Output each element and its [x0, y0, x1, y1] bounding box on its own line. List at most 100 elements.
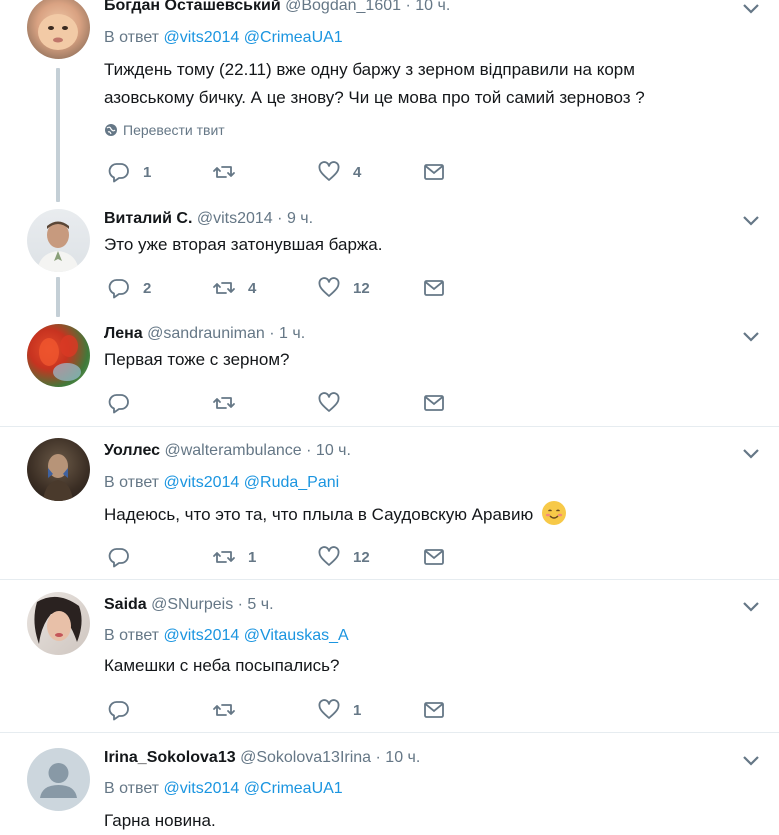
reply-prefix: В ответ — [104, 780, 160, 797]
direct-message-button[interactable] — [422, 160, 446, 184]
tweet-header: Уоллес @walterambulance · 10 ч. — [104, 441, 351, 461]
timestamp[interactable]: 5 ч. — [247, 596, 273, 613]
retweet-button[interactable]: 1 — [212, 545, 256, 569]
timestamp[interactable]: 9 ч. — [287, 210, 313, 227]
like-button[interactable]: 1 — [317, 698, 361, 722]
tweet[interactable]: Богдан Осташевський @Bogdan_1601 · 10 ч.… — [0, 0, 779, 202]
mention-link[interactable]: @vits2014 — [163, 627, 239, 644]
retweet-icon — [213, 282, 235, 294]
mention-link[interactable]: @Ruda_Pani — [244, 474, 339, 491]
separator-dot: · — [375, 749, 381, 766]
reply-icon — [108, 701, 129, 721]
tweet-text: Это уже вторая затонувшая баржа. — [104, 235, 383, 254]
tweet[interactable]: Лена @sandrauniman · 1 ч. Первая тоже с … — [0, 315, 779, 426]
timestamp[interactable]: 10 ч. — [415, 0, 450, 14]
reply-icon — [108, 548, 129, 568]
like-button[interactable]: 4 — [317, 160, 361, 184]
mention-link[interactable]: @CrimeaUA1 — [244, 780, 343, 797]
reply-context: В ответ @vits2014 @Ruda_Pani — [104, 473, 339, 493]
tweet-text-content: Надеюсь, что это та, что плыла в Саудовс… — [104, 505, 534, 524]
display-name[interactable]: Лена — [104, 325, 143, 342]
like-button[interactable] — [317, 391, 341, 415]
retweet-button[interactable] — [212, 698, 236, 722]
display-name[interactable]: Уоллес — [104, 442, 160, 459]
like-count: 4 — [353, 163, 362, 181]
like-count: 1 — [353, 701, 362, 719]
separator-dot: · — [237, 596, 243, 613]
chevron-down-icon[interactable] — [741, 447, 761, 461]
direct-message-button[interactable] — [422, 276, 446, 300]
mention-link[interactable]: @Vitauskas_A — [244, 627, 349, 644]
reply-prefix: В ответ — [104, 474, 160, 491]
reply-button[interactable]: 1 — [107, 160, 151, 184]
chevron-down-icon[interactable] — [741, 330, 761, 344]
reply-icon — [108, 394, 129, 414]
thread-line — [56, 68, 60, 202]
reply-button[interactable]: 2 — [107, 276, 151, 300]
heart-icon — [318, 699, 340, 719]
mention-link[interactable]: @vits2014 — [163, 474, 239, 491]
separator-dot: · — [277, 210, 283, 227]
like-button[interactable]: 12 — [317, 276, 370, 300]
tweet-text: Гарна новина. — [104, 811, 216, 830]
reply-context: В ответ @vits2014 @CrimeaUA1 — [104, 28, 343, 48]
username[interactable]: @walterambulance — [164, 442, 301, 459]
timestamp[interactable]: 1 ч. — [279, 325, 305, 342]
mention-link[interactable]: @CrimeaUA1 — [244, 29, 343, 46]
avatar[interactable] — [27, 592, 90, 655]
retweet-icon — [213, 397, 235, 409]
avatar[interactable] — [27, 438, 90, 501]
display-name[interactable]: Saida — [104, 596, 147, 613]
retweet-button[interactable]: 4 — [212, 276, 256, 300]
tweet[interactable]: Saida @SNurpeis · 5 ч. В ответ @vits2014… — [0, 580, 779, 732]
like-button[interactable]: 12 — [317, 545, 370, 569]
reply-button[interactable] — [107, 545, 131, 569]
tweet-text: Тиждень тому (22.11) вже одну баржу з зе… — [104, 56, 744, 112]
tweet[interactable]: Уоллес @walterambulance · 10 ч. В ответ … — [0, 427, 779, 579]
tweet[interactable]: Irina_Sokolova13 @Sokolova13Irina · 10 ч… — [0, 733, 779, 835]
tweet-header: Лена @sandrauniman · 1 ч. — [104, 324, 305, 344]
direct-message-button[interactable] — [422, 545, 446, 569]
timestamp[interactable]: 10 ч. — [385, 749, 420, 766]
tweet-actions: 1 — [104, 698, 464, 722]
translate-link[interactable]: Перевести твит — [104, 121, 225, 139]
username[interactable]: @vits2014 — [197, 210, 273, 227]
retweet-button[interactable] — [212, 391, 236, 415]
tweet-header: Богдан Осташевський @Bogdan_1601 · 10 ч. — [104, 0, 450, 16]
retweet-icon — [213, 704, 235, 716]
display-name[interactable]: Irina_Sokolova13 — [104, 749, 236, 766]
reply-prefix: В ответ — [104, 29, 160, 46]
reply-button[interactable] — [107, 391, 131, 415]
timestamp[interactable]: 10 ч. — [316, 442, 351, 459]
chevron-down-icon[interactable] — [741, 600, 761, 614]
tweet[interactable]: Виталий С. @vits2014 · 9 ч. Это уже втор… — [0, 200, 779, 317]
reply-icon — [108, 279, 129, 299]
avatar[interactable] — [27, 324, 90, 387]
avatar[interactable] — [27, 0, 90, 59]
retweet-button[interactable] — [212, 160, 236, 184]
retweet-count: 4 — [248, 279, 257, 297]
tweet-actions — [104, 391, 464, 415]
username[interactable]: @sandrauniman — [147, 325, 265, 342]
display-name[interactable]: Богдан Осташевський — [104, 0, 281, 14]
heart-icon — [318, 277, 340, 297]
mention-link[interactable]: @vits2014 — [163, 29, 239, 46]
reply-count: 1 — [143, 163, 152, 181]
mention-link[interactable]: @vits2014 — [163, 780, 239, 797]
tweet-header: Saida @SNurpeis · 5 ч. — [104, 595, 274, 615]
display-name[interactable]: Виталий С. — [104, 210, 192, 227]
chevron-down-icon[interactable] — [741, 214, 761, 228]
reply-button[interactable] — [107, 698, 131, 722]
smiling-face-emoji — [541, 501, 566, 525]
direct-message-button[interactable] — [422, 698, 446, 722]
chevron-down-icon[interactable] — [741, 754, 761, 768]
direct-message-button[interactable] — [422, 391, 446, 415]
avatar[interactable] — [27, 209, 90, 272]
envelope-icon — [424, 549, 444, 565]
username[interactable]: @Bogdan_1601 — [285, 0, 401, 14]
username[interactable]: @Sokolova13Irina — [240, 749, 371, 766]
username[interactable]: @SNurpeis — [151, 596, 233, 613]
avatar[interactable] — [27, 748, 90, 811]
envelope-icon — [424, 702, 444, 718]
chevron-down-icon[interactable] — [741, 2, 761, 16]
